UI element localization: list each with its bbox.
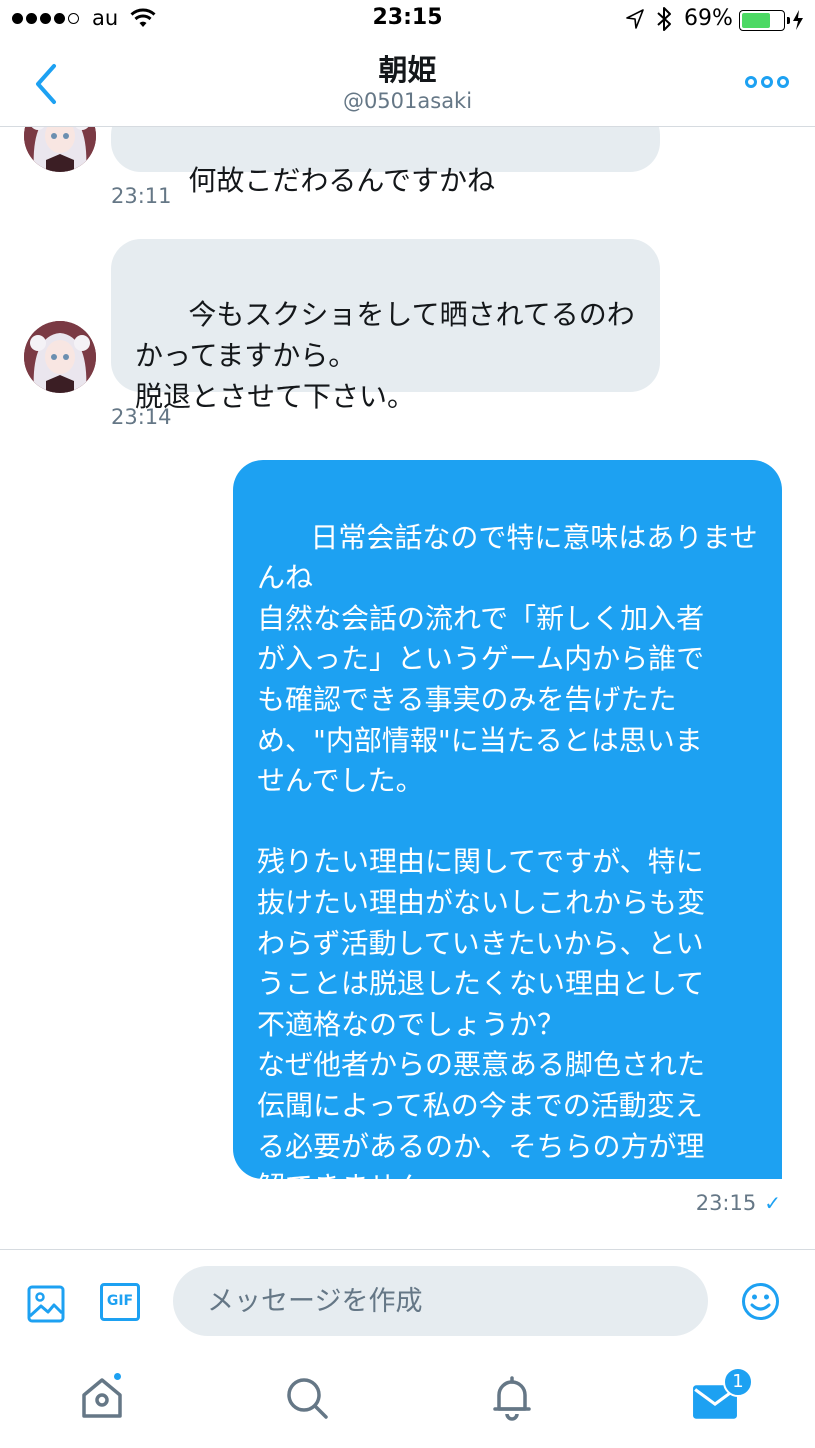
image-icon[interactable] [27, 1285, 65, 1323]
location-arrow-icon [626, 9, 644, 29]
battery-icon [739, 10, 790, 31]
more-dot-icon [777, 76, 789, 88]
sender-avatar[interactable] [24, 321, 96, 393]
message-timestamp-row: 23:15 ✓ [696, 1191, 781, 1215]
avatar-image [24, 321, 96, 393]
gif-button[interactable]: GIF [100, 1283, 140, 1321]
more-options-button[interactable] [745, 76, 789, 88]
conversation-header: 朝姫 @0501asaki [0, 40, 815, 127]
status-bar: au 23:15 69% [0, 0, 815, 40]
battery-level-fill [742, 13, 770, 28]
emoji-icon[interactable] [741, 1282, 780, 1321]
avatar-image [24, 127, 96, 172]
more-dot-icon [761, 76, 773, 88]
charging-bolt-icon [793, 10, 803, 30]
message-timestamp: 23:15 [695, 1191, 757, 1215]
conversation-title: 朝姫 [378, 53, 437, 87]
more-dot-icon [745, 76, 757, 88]
dm-conversation-screen: au 23:15 69% 朝姫 @0501asaki 何故こだわるんですかね 2… [0, 0, 815, 1448]
incoming-message-bubble[interactable]: 何故こだわるんですかね [111, 127, 660, 197]
message-timestamp: 23:11 [111, 184, 172, 208]
conversation-title-block[interactable]: 朝姫 @0501asaki [0, 52, 815, 114]
message-thread[interactable]: 何故こだわるんですかね 23:11 今もスクショをして晒されてるのわ かってます… [0, 127, 815, 1249]
battery-percent: 69% [684, 6, 733, 31]
messages-unread-badge: 1 [723, 1367, 753, 1397]
message-input[interactable] [173, 1266, 708, 1336]
search-icon[interactable] [284, 1375, 330, 1421]
tab-bar: 1 [0, 1353, 815, 1448]
message-text: 日常会話なので特に意味はありませ んね 自然な会話の流れで「新しく加入者 が入っ… [257, 520, 758, 1204]
outgoing-message-bubble[interactable]: 日常会話なので特に意味はありませ んね 自然な会話の流れで「新しく加入者 が入っ… [233, 460, 782, 1203]
message-text: 何故こだわるんですかね [188, 164, 496, 197]
incoming-message-bubble[interactable]: 今もスクショをして晒されてるのわ かってますから。 脱退とさせて下さい。 [111, 239, 660, 413]
sender-avatar[interactable] [24, 127, 96, 172]
message-text: 今もスクショをして晒されてるのわ かってますから。 脱退とさせて下さい。 [135, 298, 635, 413]
home-new-indicator [112, 1371, 123, 1382]
message-timestamp: 23:14 [111, 405, 172, 429]
conversation-handle: @0501asaki [342, 89, 473, 113]
notifications-bell-icon[interactable] [489, 1375, 535, 1421]
bluetooth-icon [657, 7, 671, 31]
message-composer: GIF [0, 1249, 815, 1353]
read-check-icon: ✓ [764, 1191, 781, 1215]
